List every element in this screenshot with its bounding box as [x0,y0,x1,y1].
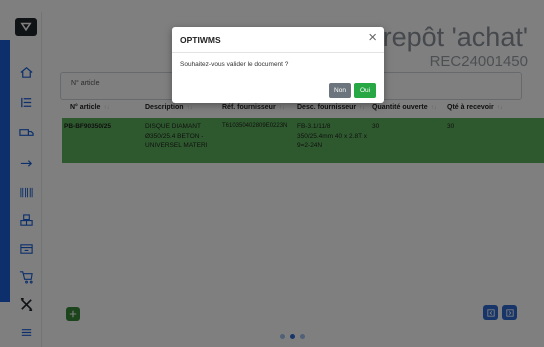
cancel-button[interactable]: Non [329,83,351,98]
confirm-button[interactable]: Oui [354,83,376,98]
close-icon[interactable]: × [368,30,377,46]
dialog-title: OPTIWMS [180,35,221,45]
confirm-dialog: OPTIWMS × Souhaitez-vous valider le docu… [172,27,384,103]
dialog-divider [172,52,384,53]
dialog-message: Souhaitez-vous valider le document ? [180,61,289,68]
